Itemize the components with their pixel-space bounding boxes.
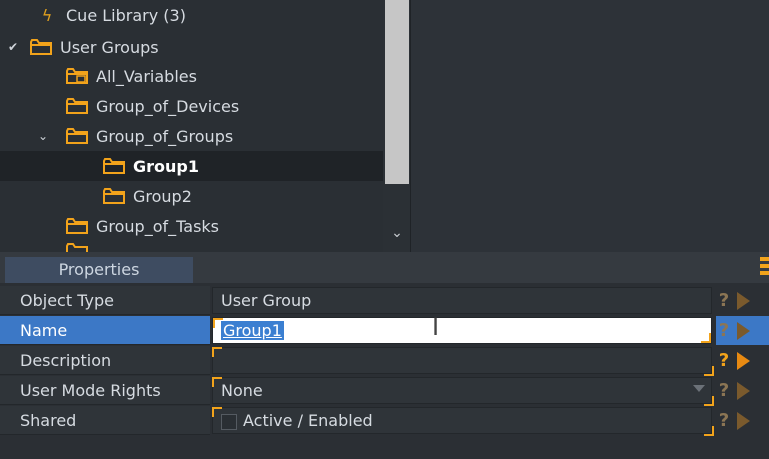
description-input[interactable] [212,347,712,374]
user-mode-rights-select[interactable]: None [212,377,712,404]
shared-checkbox[interactable] [221,413,237,430]
property-helpers: ? [716,286,769,315]
folder-icon [66,243,88,252]
property-row-object-type: Object Type User Group ? [0,286,769,315]
tree-item-label: Group1 [133,156,199,176]
tree-item-label: Group2 [133,186,192,206]
property-helpers: ? [716,316,769,345]
tree-item-label: User Groups [60,37,159,57]
variables-folder-icon [66,68,88,84]
folder-icon [103,158,125,174]
question-icon[interactable]: ? [716,350,732,371]
object-type-value: User Group [212,287,712,314]
play-arrow-icon[interactable] [737,411,750,430]
question-icon[interactable]: ? [716,410,732,431]
checkbox-label: Active / Enabled [243,411,373,430]
scroll-down-arrow-icon[interactable]: ⌄ [390,226,404,240]
lightning-bolt-icon: ϟ [41,5,53,25]
folder-icon [66,128,88,144]
select-value: None [221,381,263,400]
property-row-name: Name Group1 ? [0,316,769,345]
folder-icon [30,39,52,55]
empty-panel [410,0,769,252]
scrollbar-thumb[interactable] [385,0,409,184]
folder-icon [103,188,125,204]
tab-properties[interactable]: Properties [5,257,193,283]
name-input-selected-text: Group1 [221,321,284,340]
question-icon[interactable]: ? [716,320,732,341]
property-helpers: ? [716,346,769,375]
tree-item-group-of-devices[interactable]: Group_of_Devices [66,91,239,121]
question-icon[interactable]: ? [716,380,732,401]
play-arrow-icon[interactable] [737,381,750,400]
property-helpers: ? [716,406,769,435]
tree-item-label: Group_of_Devices [96,96,240,116]
tree-item-label: Group_of_Tasks [96,216,219,236]
tree-item-group-of-tasks[interactable]: Group_of_Tasks [66,211,219,241]
tree-view: ϟ Cue Library (3) ✔ User Groups All_Vari… [0,0,410,252]
property-label: Object Type [0,286,210,315]
property-label: Shared [0,406,210,435]
play-arrow-icon[interactable] [737,351,750,370]
tree-item-all-variables[interactable]: All_Variables [66,61,197,91]
question-icon[interactable]: ? [716,290,732,311]
shared-field: Active / Enabled [212,407,712,434]
tree-item-label: Group_of_Groups [96,126,234,146]
tree-item-group1[interactable]: Group1 [0,151,383,181]
properties-panel: Properties Object Type User Group ? Name… [0,252,769,459]
play-arrow-icon[interactable] [737,321,750,340]
folder-icon [66,98,88,114]
play-arrow-icon[interactable] [737,291,750,310]
text-cursor-icon: I [432,313,440,341]
property-label: Name [0,316,210,345]
name-input[interactable]: Group1 [212,317,712,344]
property-row-shared: Shared Active / Enabled ? [0,406,769,436]
folder-icon [66,218,88,234]
property-row-description: Description ? [0,346,769,376]
chevron-down-icon[interactable]: ✔ [6,40,20,54]
tree-item-group-of-groups[interactable]: ⌄ Group_of_Groups [36,121,233,151]
property-label: Description [0,346,210,375]
hamburger-menu-icon[interactable] [760,257,769,277]
property-label: User Mode Rights [0,376,210,405]
tree-item-cue-library[interactable]: ϟ Cue Library (3) [36,0,186,30]
dropdown-arrow-icon[interactable] [693,385,705,392]
tree-item-group2[interactable]: Group2 [103,181,192,211]
properties-header: Properties [0,252,769,283]
property-row-user-mode-rights: User Mode Rights None ? [0,376,769,406]
tree-item-label: Cue Library (3) [66,5,186,25]
tree-item-label: All_Variables [96,66,197,86]
chevron-down-icon[interactable]: ⌄ [36,129,50,143]
tree-item-user-groups[interactable]: ✔ User Groups [6,32,159,62]
property-helpers: ? [716,376,769,405]
